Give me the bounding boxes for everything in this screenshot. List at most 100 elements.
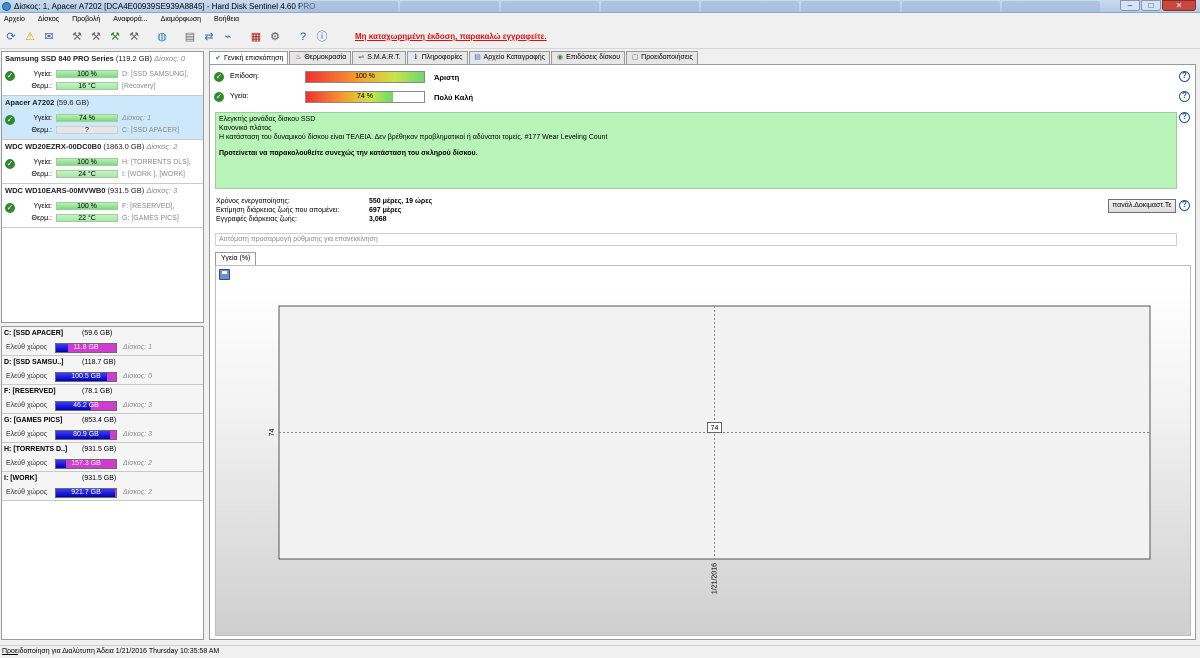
- document-icon[interactable]: ▤: [182, 29, 198, 45]
- free-label: Ελεύθ χώρος: [6, 489, 48, 496]
- free-space-value: 921.7 GB: [71, 489, 101, 496]
- health-value: 74 %: [56, 114, 118, 122]
- disk-name: Samsung SSD 840 PRO Series: [5, 54, 114, 63]
- disk-tool-3-icon[interactable]: ⚒: [126, 29, 142, 45]
- volume-item-f[interactable]: F: [RESERVED] (78.1 GB) Ελεύθ χώρος 46.2 …: [2, 385, 203, 414]
- free-label: Ελεύθ χώρος: [6, 344, 48, 351]
- tab-overview[interactable]: ✔ Γενική επισκόπηση: [209, 51, 289, 65]
- temp-value: 16 °C: [56, 82, 118, 90]
- maximize-button[interactable]: □: [1141, 0, 1161, 11]
- repeat-test-button[interactable]: πανάλ.Δοκιμαστ.Τε: [1108, 199, 1176, 213]
- tab-smart[interactable]: ⇌ S.M.A.R.T.: [352, 51, 406, 64]
- tab-temperature[interactable]: ♨ Θερμοκρασία: [289, 51, 352, 64]
- menu-file[interactable]: Αρχείο: [4, 14, 25, 25]
- warning-icon[interactable]: ⚠: [22, 29, 38, 45]
- help-icon[interactable]: ?: [295, 29, 311, 45]
- help-icon[interactable]: ?: [1179, 200, 1190, 211]
- disk-tool-icon[interactable]: ⚒: [69, 29, 85, 45]
- health-value: 74 %: [357, 93, 373, 100]
- temp-volume: C: [SSD APACER]: [122, 127, 180, 134]
- volume-size: (853.4 GB): [82, 417, 117, 424]
- disk-item-wd10ears[interactable]: WDC WD10EARS-00MVWB0 (931.5 GB) Δίσκος: …: [2, 184, 203, 228]
- minimize-button[interactable]: –: [1120, 0, 1140, 11]
- info-line: Η κατάσταση του δυναμικού δίσκου είναι Τ…: [219, 134, 608, 141]
- volume-name: G: [GAMES PICS]: [4, 417, 63, 424]
- disk-tool-2-icon[interactable]: ⚒: [88, 29, 104, 45]
- volume-item-d[interactable]: D: [SSD SAMSU..] (118.7 GB) Ελεύθ χώρος 1…: [2, 356, 203, 385]
- settings-icon[interactable]: ⚙: [267, 29, 283, 45]
- info-icon[interactable]: ⓘ: [314, 29, 330, 45]
- status-link[interactable]: Προε: [2, 648, 18, 655]
- status-bar: Προειδοποίηση για Διαλύτυπη Άδεια 1/21/2…: [0, 645, 1200, 657]
- performance-value: 100 %: [355, 73, 375, 80]
- free-space-bar: 921.7 GB: [55, 488, 117, 498]
- health-volume: F: [RESERVED],: [122, 203, 175, 210]
- health-label: Υγεία:: [33, 115, 52, 122]
- register-link[interactable]: Μη καταχωρημένη έκδοση, παρακαλώ εγγραφε…: [355, 32, 547, 41]
- free-space-bar: 157.3 GB: [55, 459, 117, 469]
- free-space-bar: 11.8 GB: [55, 343, 117, 353]
- report-icon[interactable]: ▦: [248, 29, 264, 45]
- disk-name: WDC WD20EZRX-00DC0B0: [5, 142, 102, 151]
- menu-configuration[interactable]: Διαμόρφωση: [161, 14, 201, 25]
- network-icon[interactable]: ⌁: [220, 29, 236, 45]
- free-space-value: 157.3 GB: [71, 460, 101, 467]
- tab-performance[interactable]: ◉ Επιδόσεις δίσκου: [551, 51, 626, 64]
- ok-check-icon: ✓: [214, 72, 224, 82]
- tab-health-chart[interactable]: Υγεία (%): [215, 252, 257, 265]
- volume-item-i[interactable]: I: [WORK] (931.5 GB) Ελεύθ χώρος 921.7 GB…: [2, 472, 203, 501]
- auto-setting-field[interactable]: Αυτόματη προσαρμογή ρύθμισης για επανεκκ…: [215, 233, 1177, 246]
- menu-view[interactable]: Προβολή: [72, 14, 100, 25]
- tab-information[interactable]: ℹ Πληροφορίες: [406, 51, 468, 64]
- health-label: Υγεία:: [33, 203, 52, 210]
- title-bar: Δίσκος: 1, Apacer A7202 [DCA4E00939SE939…: [0, 0, 1200, 13]
- info-line: Ελεγκτής μονάδας δίσκου SSD: [219, 116, 316, 123]
- refresh-icon[interactable]: ⟳: [3, 29, 19, 45]
- temp-value: 22 °C: [56, 214, 118, 222]
- menu-report[interactable]: Αναφορά...: [113, 14, 147, 25]
- help-icon[interactable]: ?: [1179, 112, 1190, 123]
- x-tick-label: 1/21/2016: [712, 563, 719, 594]
- disk-size: (59.6 GB): [56, 98, 89, 107]
- tab-alerts[interactable]: ▢ Προειδοποιήσεις: [626, 51, 698, 64]
- health-value: 100 %: [56, 70, 118, 78]
- disk-number: Δίσκος: 3: [146, 186, 178, 195]
- disk-check-icon[interactable]: ⚒: [107, 29, 123, 45]
- email-icon[interactable]: ✉: [41, 29, 57, 45]
- disk-item-apacer[interactable]: Apacer A7202 (59.6 GB) ✓ Υγεία: 74 % Δίσκο…: [2, 96, 203, 140]
- disk-name: Apacer A7202: [5, 98, 55, 107]
- help-icon[interactable]: ?: [1179, 91, 1190, 102]
- toolbar: ⟳ ⚠ ✉ ⚒ ⚒ ⚒ ⚒ ◍ ▤ ⇄ ⌁ ▦ ⚙ ? ⓘ Μη καταχωρ…: [0, 25, 1200, 49]
- status-text: ιδοποίηση για Διαλύτυπη Άδεια 1/21/2016 …: [18, 648, 220, 655]
- tab-log[interactable]: ▤ Αρχείο Καταγραφής: [468, 51, 551, 64]
- menu-help[interactable]: Βοήθεια: [214, 14, 239, 25]
- thermometer-icon: ♨: [295, 54, 302, 61]
- health-bar: 74 %: [305, 91, 425, 103]
- disk-item-wd20ezrx[interactable]: WDC WD20EZRX-00DC0B0 (1863.0 GB) Δίσκος:…: [2, 140, 203, 184]
- globe-icon[interactable]: ◍: [154, 29, 170, 45]
- health-label: Υγεία:: [33, 71, 52, 78]
- volume-name: F: [RESERVED]: [4, 388, 56, 395]
- free-label: Ελεύθ χώρος: [6, 402, 48, 409]
- disk-stats: Χρόνος ενεργοποίησης: 550 μέρες, 19 ώρες …: [216, 197, 432, 224]
- volume-item-g[interactable]: G: [GAMES PICS] (853.4 GB) Ελεύθ χώρος 80…: [2, 414, 203, 443]
- disk-item-samsung[interactable]: Samsung SSD 840 PRO Series (119.2 GB) Δί…: [2, 52, 203, 96]
- health-plot: 74 1/21/2016 74: [269, 305, 1151, 594]
- temp-value: ?: [56, 126, 118, 134]
- volume-item-c[interactable]: C: [SSD APACER] (59.6 GB) Ελεύθ χώρος 11.…: [2, 327, 203, 356]
- menu-disk[interactable]: Δίσκος: [38, 14, 59, 25]
- help-icon[interactable]: ?: [1179, 71, 1190, 82]
- disk-number: Δίσκος: 2: [146, 142, 178, 151]
- main-tabs: ✔ Γενική επισκόπηση ♨ Θερμοκρασία ⇌ S.M.A.R…: [209, 51, 699, 65]
- health-value: 100 %: [56, 202, 118, 210]
- sync-icon[interactable]: ⇄: [201, 29, 217, 45]
- ok-check-icon: ✓: [5, 159, 15, 169]
- volume-item-h[interactable]: H: [TORRENTS D..] (931.5 GB) Ελεύθ χώρος …: [2, 443, 203, 472]
- temp-label: Θερμ.:: [31, 171, 52, 178]
- volume-size: (78.1 GB): [82, 388, 113, 395]
- ok-check-icon: ✓: [5, 115, 15, 125]
- overview-panel: ✓ Επίδοση: 100 % Άριστη ? ✓ Υγεία: 74 % …: [209, 64, 1196, 640]
- health-rating: Πολύ Καλή: [434, 93, 474, 102]
- close-button[interactable]: ✕: [1162, 0, 1196, 11]
- temp-label: Θερμ.:: [31, 127, 52, 134]
